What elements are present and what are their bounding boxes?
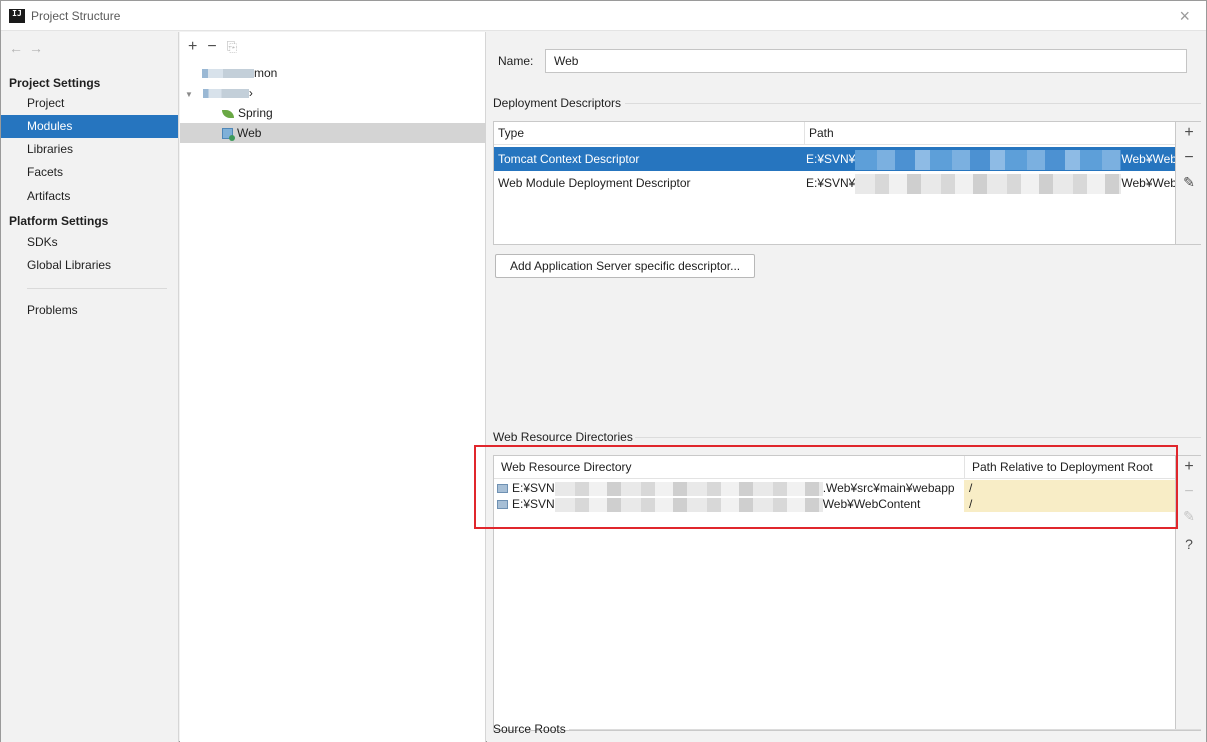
table-row[interactable]: E:¥SVN Web¥WebContent / [494, 496, 1176, 512]
resource-directory: E:¥SVN Web¥WebContent [494, 496, 964, 512]
descriptor-path: E:¥SVN¥ Web¥Web( [804, 147, 1176, 171]
sidebar-item-project[interactable]: Project [1, 92, 178, 115]
module-tree-panel: + − ⎘ mon ▼ › Spring Web [180, 32, 486, 742]
obscured-path [855, 149, 1122, 170]
edit-resource-icon[interactable]: ✎ [1176, 508, 1202, 525]
tree-item-web[interactable]: Web [180, 123, 486, 143]
tree-item-label: › [248, 86, 253, 100]
descriptor-path: E:¥SVN¥ Web¥Web( [804, 171, 1176, 195]
close-button[interactable]: × [1179, 7, 1190, 25]
web-resource-directories-table: Web Resource Directory Path Relative to … [493, 455, 1201, 731]
forward-arrow-icon[interactable]: → [29, 40, 49, 56]
descriptor-type: Web Module Deployment Descriptor [498, 176, 691, 190]
intellij-logo-icon: IJ [9, 9, 25, 25]
sidebar-item-sdks[interactable]: SDKs [1, 231, 178, 254]
obscured-path [554, 481, 823, 496]
name-field[interactable]: Web [545, 49, 1187, 73]
deployment-descriptors-table: Type Path Tomcat Context Descriptor E:¥S… [493, 121, 1201, 245]
tree-item-label: Web [237, 126, 262, 140]
sidebar-divider [27, 288, 167, 289]
tree-toolbar: + − ⎘ [188, 38, 247, 56]
tree-item-spring[interactable]: Spring [180, 103, 486, 123]
folder-icon [497, 500, 508, 510]
title-bar: IJ Project Structure × [1, 1, 1206, 31]
column-header-web-resource-directory[interactable]: Web Resource Directory [494, 456, 964, 479]
obscured-name [202, 89, 249, 99]
group-divider [635, 437, 1201, 438]
column-header-path[interactable]: Path [804, 122, 1176, 145]
relative-path[interactable]: / [964, 480, 1176, 496]
descriptor-type: Tomcat Context Descriptor [498, 152, 640, 166]
remove-icon[interactable]: − [207, 38, 216, 56]
source-roots-title: Source Roots [493, 722, 566, 736]
facet-editor: Name: Web Deployment Descriptors Type Pa… [487, 32, 1206, 742]
copy-icon[interactable]: ⎘ [227, 39, 237, 55]
table-row[interactable]: Web Module Deployment Descriptor E:¥SVN¥… [494, 171, 1176, 195]
back-arrow-icon[interactable]: ← [9, 40, 29, 56]
resource-directory: E:¥SVN .Web¥src¥main¥webapp [494, 480, 964, 496]
group-divider [569, 729, 1201, 730]
sidebar-item-modules[interactable]: Modules [1, 115, 178, 138]
deployment-descriptors-title: Deployment Descriptors [493, 96, 622, 110]
sidebar-item-global-libraries[interactable]: Global Libraries [1, 254, 178, 277]
help-icon[interactable]: ? [1176, 536, 1202, 552]
add-icon[interactable]: + [188, 38, 197, 56]
add-resource-icon[interactable]: + [1176, 458, 1202, 476]
expand-arrow-icon[interactable]: ▼ [185, 90, 193, 99]
obscured-path [554, 497, 823, 512]
platform-settings-header: Platform Settings [9, 214, 109, 228]
tree-item-label: Spring [238, 106, 273, 120]
settings-sidebar: ←→ Project Settings Project Modules Libr… [1, 32, 179, 742]
edit-descriptor-icon[interactable]: ✎ [1176, 174, 1202, 191]
sidebar-item-artifacts[interactable]: Artifacts [1, 185, 178, 208]
project-settings-header: Project Settings [9, 76, 101, 90]
spring-icon [222, 109, 234, 118]
project-structure-window: IJ Project Structure × ←→ Project Settin… [0, 0, 1207, 742]
tree-item-module-common[interactable]: mon [180, 63, 486, 83]
add-descriptor-icon[interactable]: + [1176, 124, 1202, 142]
web-facet-icon [222, 128, 235, 142]
web-resource-directories-title: Web Resource Directories [493, 430, 633, 444]
remove-resource-icon[interactable]: − [1176, 483, 1202, 501]
history-nav: ←→ [9, 40, 49, 56]
group-divider [625, 103, 1201, 104]
folder-icon [497, 484, 508, 494]
name-label: Name: [498, 54, 534, 68]
obscured-name [202, 69, 254, 79]
sidebar-item-problems[interactable]: Problems [1, 299, 178, 322]
obscured-path [855, 173, 1122, 194]
relative-path[interactable]: / [964, 496, 1176, 512]
descriptor-tools: + − ✎ [1175, 122, 1201, 244]
column-header-type[interactable]: Type [494, 122, 804, 145]
add-server-descriptor-button[interactable]: Add Application Server specific descript… [495, 254, 756, 278]
sidebar-item-facets[interactable]: Facets [1, 161, 178, 184]
tree-item-module-expanded[interactable]: ▼ › [180, 83, 486, 103]
sidebar-item-libraries[interactable]: Libraries [1, 138, 178, 161]
tree-item-label: mon [254, 66, 278, 80]
resource-tools: + − ✎ ? [1175, 456, 1201, 730]
column-header-relative-path[interactable]: Path Relative to Deployment Root [964, 456, 1176, 479]
table-row[interactable]: Tomcat Context Descriptor E:¥SVN¥ Web¥Web… [494, 147, 1176, 171]
remove-descriptor-icon[interactable]: − [1176, 149, 1202, 167]
table-row[interactable]: E:¥SVN .Web¥src¥main¥webapp / [494, 480, 1176, 496]
window-title: Project Structure [31, 9, 121, 23]
